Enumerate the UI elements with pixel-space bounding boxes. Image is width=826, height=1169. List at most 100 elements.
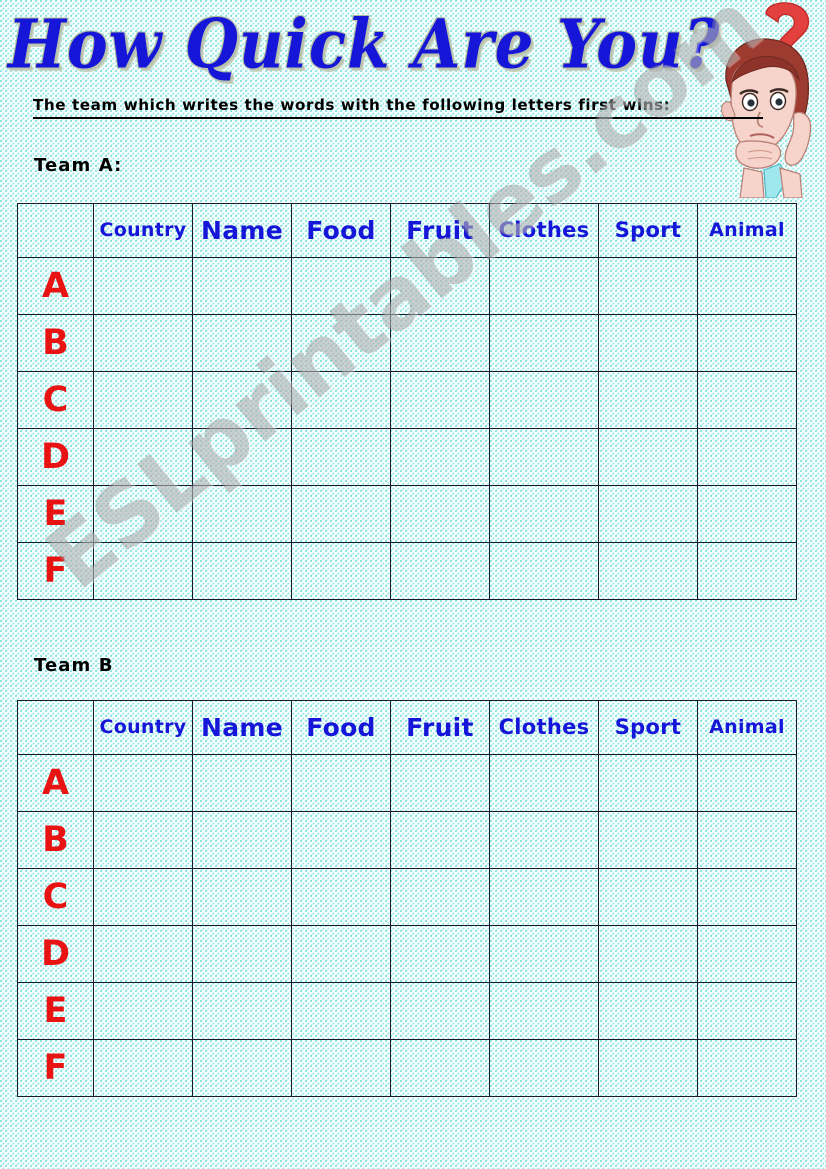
answer-cell-sport[interactable] [598,314,698,372]
answer-cell-clothes[interactable] [489,542,599,600]
answer-cell-country[interactable] [93,314,193,372]
answer-cell-country[interactable] [93,925,193,983]
answer-cell-animal[interactable] [697,542,797,600]
answer-cell-fruit[interactable] [390,754,490,812]
answer-cell-country[interactable] [93,868,193,926]
answer-cell-sport[interactable] [598,868,698,926]
answer-cell-country[interactable] [93,485,193,543]
answer-cell-food[interactable] [291,257,391,315]
answer-cell-food[interactable] [291,371,391,429]
answer-cell-food[interactable] [291,811,391,869]
table-a-header-sport: Sport [598,203,698,258]
answer-cell-sport[interactable] [598,485,698,543]
answer-cell-sport[interactable] [598,811,698,869]
answer-cell-fruit[interactable] [390,371,490,429]
table-row: B [17,314,797,372]
answer-cell-sport[interactable] [598,925,698,983]
answer-cell-animal[interactable] [697,982,797,1040]
answer-cell-name[interactable] [192,925,292,983]
answer-cell-clothes[interactable] [489,754,599,812]
answer-cell-animal[interactable] [697,811,797,869]
header-label: Food [306,713,376,742]
answer-cell-sport[interactable] [598,428,698,486]
answer-cell-animal[interactable] [697,754,797,812]
answer-cell-name[interactable] [192,542,292,600]
answer-cell-food[interactable] [291,542,391,600]
answer-cell-food[interactable] [291,1039,391,1097]
row-letter: B [42,819,69,860]
answer-cell-animal[interactable] [697,257,797,315]
answer-cell-country[interactable] [93,1039,193,1097]
answer-cell-food[interactable] [291,314,391,372]
answer-cell-fruit[interactable] [390,925,490,983]
table-a-body: A B C D E F [17,257,797,600]
answer-cell-animal[interactable] [697,1039,797,1097]
answer-cell-fruit[interactable] [390,428,490,486]
answer-cell-sport[interactable] [598,754,698,812]
answer-cell-clothes[interactable] [489,428,599,486]
answer-cell-clothes[interactable] [489,811,599,869]
answer-cell-food[interactable] [291,868,391,926]
answer-cell-sport[interactable] [598,982,698,1040]
answer-cell-food[interactable] [291,982,391,1040]
answer-cell-food[interactable] [291,754,391,812]
answer-cell-name[interactable] [192,754,292,812]
answer-cell-clothes[interactable] [489,257,599,315]
answer-cell-animal[interactable] [697,485,797,543]
answer-cell-sport[interactable] [598,542,698,600]
answer-cell-food[interactable] [291,925,391,983]
table-b-header-food: Food [291,700,391,755]
answer-cell-fruit[interactable] [390,485,490,543]
answer-cell-clothes[interactable] [489,314,599,372]
answer-cell-clothes[interactable] [489,485,599,543]
table-b-header-sport: Sport [598,700,698,755]
row-letter-cell: E [17,485,94,543]
answer-cell-name[interactable] [192,868,292,926]
table-a-header-clothes: Clothes [489,203,599,258]
answer-cell-fruit[interactable] [390,811,490,869]
table-row: C [17,371,797,429]
answer-cell-sport[interactable] [598,257,698,315]
answer-cell-clothes[interactable] [489,982,599,1040]
answer-cell-animal[interactable] [697,428,797,486]
answer-cell-country[interactable] [93,542,193,600]
table-row: B [17,811,797,869]
row-letter-cell: B [17,811,94,869]
table-row: E [17,485,797,543]
table-a-header-animal: Animal [697,203,797,258]
answer-cell-name[interactable] [192,428,292,486]
answer-cell-animal[interactable] [697,371,797,429]
answer-cell-clothes[interactable] [489,371,599,429]
answer-cell-name[interactable] [192,257,292,315]
table-row: A [17,754,797,812]
answer-cell-fruit[interactable] [390,314,490,372]
answer-cell-name[interactable] [192,485,292,543]
answer-cell-name[interactable] [192,1039,292,1097]
answer-cell-name[interactable] [192,811,292,869]
answer-cell-food[interactable] [291,428,391,486]
answer-cell-fruit[interactable] [390,868,490,926]
answer-cell-animal[interactable] [697,314,797,372]
answer-cell-sport[interactable] [598,1039,698,1097]
answer-cell-country[interactable] [93,371,193,429]
answer-cell-country[interactable] [93,811,193,869]
answer-cell-animal[interactable] [697,868,797,926]
answer-cell-country[interactable] [93,754,193,812]
answer-cell-country[interactable] [93,982,193,1040]
answer-cell-fruit[interactable] [390,257,490,315]
answer-cell-name[interactable] [192,314,292,372]
answer-cell-sport[interactable] [598,371,698,429]
answer-cell-country[interactable] [93,257,193,315]
answer-cell-fruit[interactable] [390,1039,490,1097]
answer-cell-animal[interactable] [697,925,797,983]
answer-cell-fruit[interactable] [390,542,490,600]
header-label: Sport [614,715,682,739]
answer-cell-clothes[interactable] [489,1039,599,1097]
answer-cell-name[interactable] [192,371,292,429]
answer-cell-clothes[interactable] [489,925,599,983]
answer-cell-fruit[interactable] [390,982,490,1040]
answer-cell-country[interactable] [93,428,193,486]
answer-cell-name[interactable] [192,982,292,1040]
answer-cell-food[interactable] [291,485,391,543]
answer-cell-clothes[interactable] [489,868,599,926]
